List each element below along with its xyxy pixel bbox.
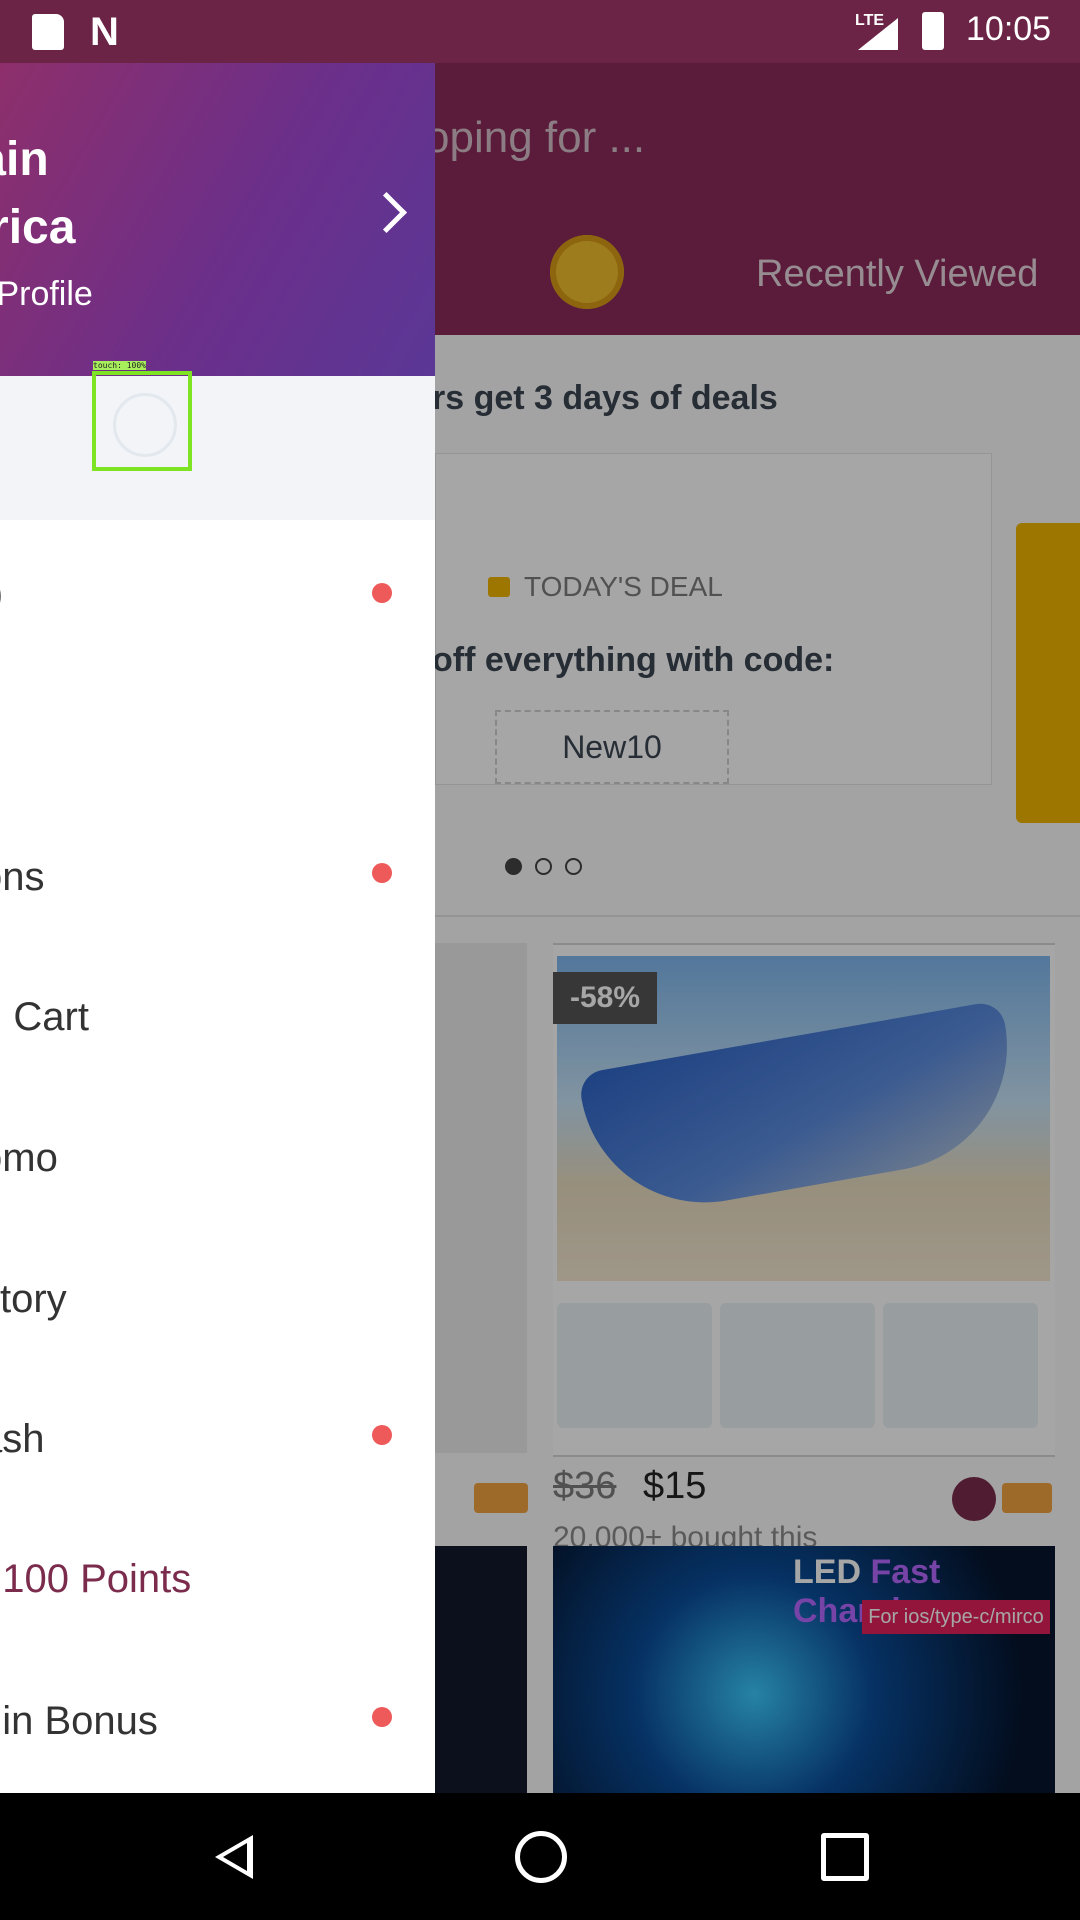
drawer-item[interactable]: story: [0, 1277, 67, 1322]
drawer-item-points[interactable]: : 100 Points: [0, 1557, 191, 1602]
signal-icon: [858, 18, 898, 50]
drawer-item[interactable]: 0: [0, 575, 2, 620]
touch-indicator-label: touch: 100%: [93, 361, 146, 370]
home-icon[interactable]: [515, 1831, 567, 1883]
drawer-item[interactable]: ash: [0, 1417, 45, 1462]
drawer-section: [0, 376, 435, 520]
drawer-item[interactable]: omo: [0, 1136, 58, 1181]
profile-header[interactable]: ptain nerica v Profile: [0, 63, 435, 376]
view-profile-link[interactable]: v Profile: [0, 275, 93, 314]
navigation-drawer: ptain nerica v Profile touch: 100% 0 ons…: [0, 63, 435, 1793]
drawer-item[interactable]: ons: [0, 855, 45, 900]
points-value: 100 Points: [2, 1557, 192, 1601]
notification-dot: [372, 863, 392, 883]
clock: 10:05: [966, 10, 1052, 48]
back-icon-inner: [223, 1843, 247, 1871]
battery-charging-icon: [922, 12, 944, 50]
notification-dot: [372, 1425, 392, 1445]
sd-card-icon: [32, 14, 64, 50]
notification-dot: [372, 1707, 392, 1727]
recents-icon[interactable]: [821, 1833, 869, 1881]
navigation-bar: [0, 1793, 1080, 1920]
drawer-item[interactable]: g Cart: [0, 995, 89, 1040]
status-bar: N LTE 10:05: [0, 0, 1080, 63]
n-logo-icon: N: [90, 10, 119, 54]
drawer-item[interactable]: gin Bonus: [0, 1699, 158, 1744]
notification-dot: [372, 583, 392, 603]
profile-name: ptain nerica: [0, 133, 76, 254]
touch-indicator: [92, 371, 192, 471]
